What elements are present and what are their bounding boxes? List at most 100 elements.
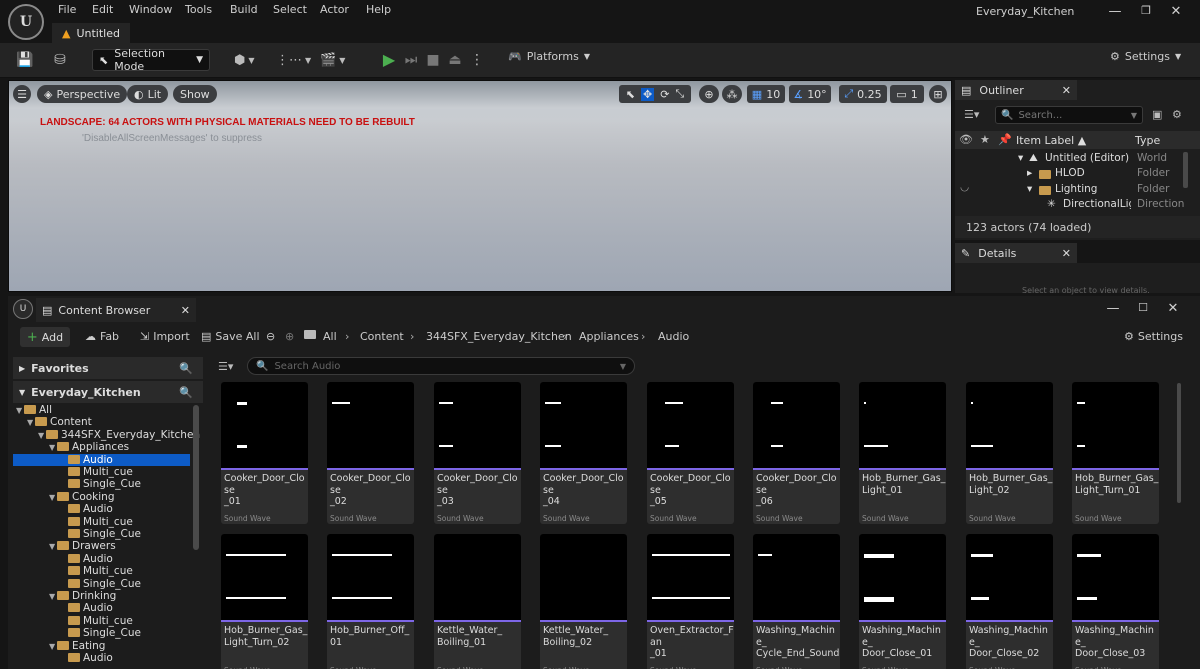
tree-folder-item[interactable]: Audio [13,553,190,566]
cinematics-dropdown[interactable]: 🎬 ▼ [320,50,345,70]
import-button[interactable]: ⇲ Import [140,330,190,343]
tree-folder-item[interactable]: Single_Cue [13,528,190,541]
unreal-logo[interactable]: U [8,4,44,40]
breadcrumb-separator-icon[interactable]: › [563,330,567,343]
menu-tools[interactable]: Tools [185,3,212,16]
menu-window[interactable]: Window [129,3,172,16]
breadcrumb-appliances[interactable]: Appliances [579,330,639,343]
asset-tile[interactable]: Washing_Machine_ Door_Close_02Sound Wave [966,534,1053,669]
maximize-icon[interactable]: ☐ [1133,301,1153,319]
tree-folder-item[interactable]: ▼ Drinking [13,590,190,603]
tree-folder-item[interactable]: ▼ Drawers [13,540,190,553]
asset-scrollbar[interactable] [1177,383,1181,503]
column-type[interactable]: Type [1135,134,1160,147]
camera-speed-button[interactable]: ▭ 1 [890,85,924,103]
asset-tile[interactable]: Cooker_Door_Close _02 Sound Wave [327,382,414,524]
tree-folder-item[interactable]: Single_Cue [13,478,190,491]
scale-tool-icon[interactable]: ⤡ [675,87,684,101]
transform-tools[interactable]: ⬉ ✥ ⟳ ⤡ [619,85,691,103]
pin-icon[interactable]: 📌 [998,133,1012,146]
breadcrumb-separator-icon[interactable]: › [410,330,414,343]
gear-icon[interactable]: ⚙ [1172,108,1182,121]
tree-folder-item[interactable]: Audio [13,503,190,516]
breadcrumb-audio[interactable]: Audio [658,330,689,343]
outliner-row[interactable]: ▸ HLOD Folder [955,167,1200,183]
tree-folder-item[interactable]: Audio [13,453,190,467]
outliner-tab[interactable]: ▤ Outliner ✕ [955,80,1077,100]
outliner-scrollbar[interactable] [1183,152,1188,188]
tree-folder-item[interactable]: ▼ All [13,404,190,417]
asset-tile[interactable]: Washing_Machine_ Cycle_End_Sound_ 01Soun… [753,534,840,669]
rotation-snap-button[interactable]: ∡ 10° [789,85,831,103]
expand-arrow-icon[interactable]: ▸ [1027,167,1032,179]
minimize-icon[interactable]: — [1103,301,1123,319]
perspective-button[interactable]: ◈ Perspective [37,85,128,103]
platforms-dropdown[interactable]: 🎮 Platforms ▼ [508,50,590,63]
breadcrumb-all[interactable]: All [323,330,337,343]
tree-folder-item[interactable]: ▼ 344SFX_Everyday_Kitchen [13,429,200,442]
star-icon[interactable]: ★ [980,133,990,146]
asset-tile[interactable]: Kettle_Water_ Boiling_01Sound Wave [434,534,521,669]
tree-folder-item[interactable]: Single_Cue [13,627,190,640]
more-options-icon[interactable]: ⋮ [467,50,487,70]
close-icon[interactable]: ✕ [1062,84,1071,97]
history-back-icon[interactable]: ⊖ [266,330,275,343]
outliner-row[interactable]: ◡ ▾ Lighting Folder [955,181,1200,199]
cb-settings-button[interactable]: ⚙ Settings [1124,330,1183,343]
folder-nav-icon[interactable] [304,330,319,339]
asset-tile[interactable]: Cooker_Door_Close _06 Sound Wave [753,382,840,524]
filter-icon[interactable]: ☰▾ [964,108,979,121]
details-tab[interactable]: ✎ Details ✕ [955,243,1077,263]
settings-dropdown[interactable]: ⚙ Settings ▼ [1110,50,1181,63]
tree-folder-item[interactable]: ▼ Eating [13,640,190,653]
breadcrumb-package[interactable]: 344SFX_Everyday_Kitchen [426,330,572,343]
breadcrumb-separator-icon[interactable]: › [641,330,645,343]
add-button[interactable]: + Add [20,327,70,347]
close-icon[interactable]: ✕ [1062,247,1071,260]
maximize-viewport-icon[interactable]: ⊞ [929,85,947,103]
minimize-icon[interactable]: — [1105,4,1125,22]
menu-build[interactable]: Build [230,3,258,16]
tree-scrollbar[interactable] [193,405,199,550]
visibility-icon[interactable]: 👁 [959,133,973,146]
asset-tile[interactable]: Cooker_Door_Close _05 Sound Wave [647,382,734,524]
surface-snap-icon[interactable]: ⁂ [722,85,742,103]
menu-edit[interactable]: Edit [92,3,113,16]
add-actor-dropdown[interactable]: ⬢ ▼ [234,50,255,70]
translate-tool-icon[interactable]: ✥ [640,87,655,101]
menu-actor[interactable]: Actor [320,3,349,16]
source-control-icon[interactable]: ⛁ [50,50,70,70]
asset-tile[interactable]: Oven_Extractor_Fan _01Sound Wave [647,534,734,669]
scale-snap-button[interactable]: ⤢ 0.25 [839,85,887,103]
close-icon[interactable]: ✕ [1166,4,1186,22]
world-space-icon[interactable]: ⊕ [699,85,719,103]
hamburger-icon[interactable]: ☰ [13,85,31,103]
tree-folder-item[interactable]: ▼ Cooking [13,491,190,504]
expand-arrow-icon[interactable]: ▾ [1018,152,1023,164]
asset-tile[interactable]: Washing_Machine_ Door_Close_01Sound Wave [859,534,946,669]
lit-button[interactable]: ◐ Lit [127,85,169,103]
tree-folder-item[interactable]: Audio [13,652,190,665]
outliner-row[interactable]: ▾ ⛰ Untitled (Editor) World [955,152,1200,168]
blueprint-dropdown[interactable]: ⋮⋯ ▼ [276,50,311,70]
tree-folder-item[interactable]: ▼ Content [13,416,190,429]
select-tool-icon[interactable]: ⬉ [626,88,635,101]
project-root-header[interactable]: ▼ Everyday_Kitchen 🔍 [13,381,203,403]
asset-tile[interactable]: Hob_Burner_Off_01Sound Wave [327,534,414,669]
column-item-label[interactable]: Item Label ▲ [1016,134,1086,147]
breadcrumb-content[interactable]: Content [360,330,404,343]
outliner-search-input[interactable]: 🔍 Search... ▼ [995,106,1143,124]
tree-folder-item[interactable]: Audio [13,602,190,615]
tree-folder-item[interactable]: Single_Cue [13,578,190,591]
asset-tile[interactable]: Kettle_Water_ Boiling_02Sound Wave [540,534,627,669]
rotate-tool-icon[interactable]: ⟳ [660,88,669,101]
level-viewport[interactable]: ☰ ◈ Perspective ◐ Lit Show ⬉ ✥ ⟳ ⤡ ⊕ ⁂ ▦ 10… [8,80,952,292]
menu-file[interactable]: File [58,3,76,16]
asset-tile[interactable]: Cooker_Door_Close _01 Sound Wave [221,382,308,524]
outliner-row[interactable]: ✳ DirectionalLigl Direction [955,198,1200,214]
close-icon[interactable]: ✕ [1163,301,1183,319]
asset-tile[interactable]: Washing_Machine_ Door_Close_03Sound Wave [1072,534,1159,669]
tree-folder-item[interactable]: Multi_cue [13,466,190,479]
search-icon[interactable]: 🔍 [179,386,193,399]
save-icon[interactable]: 💾 [15,50,35,70]
